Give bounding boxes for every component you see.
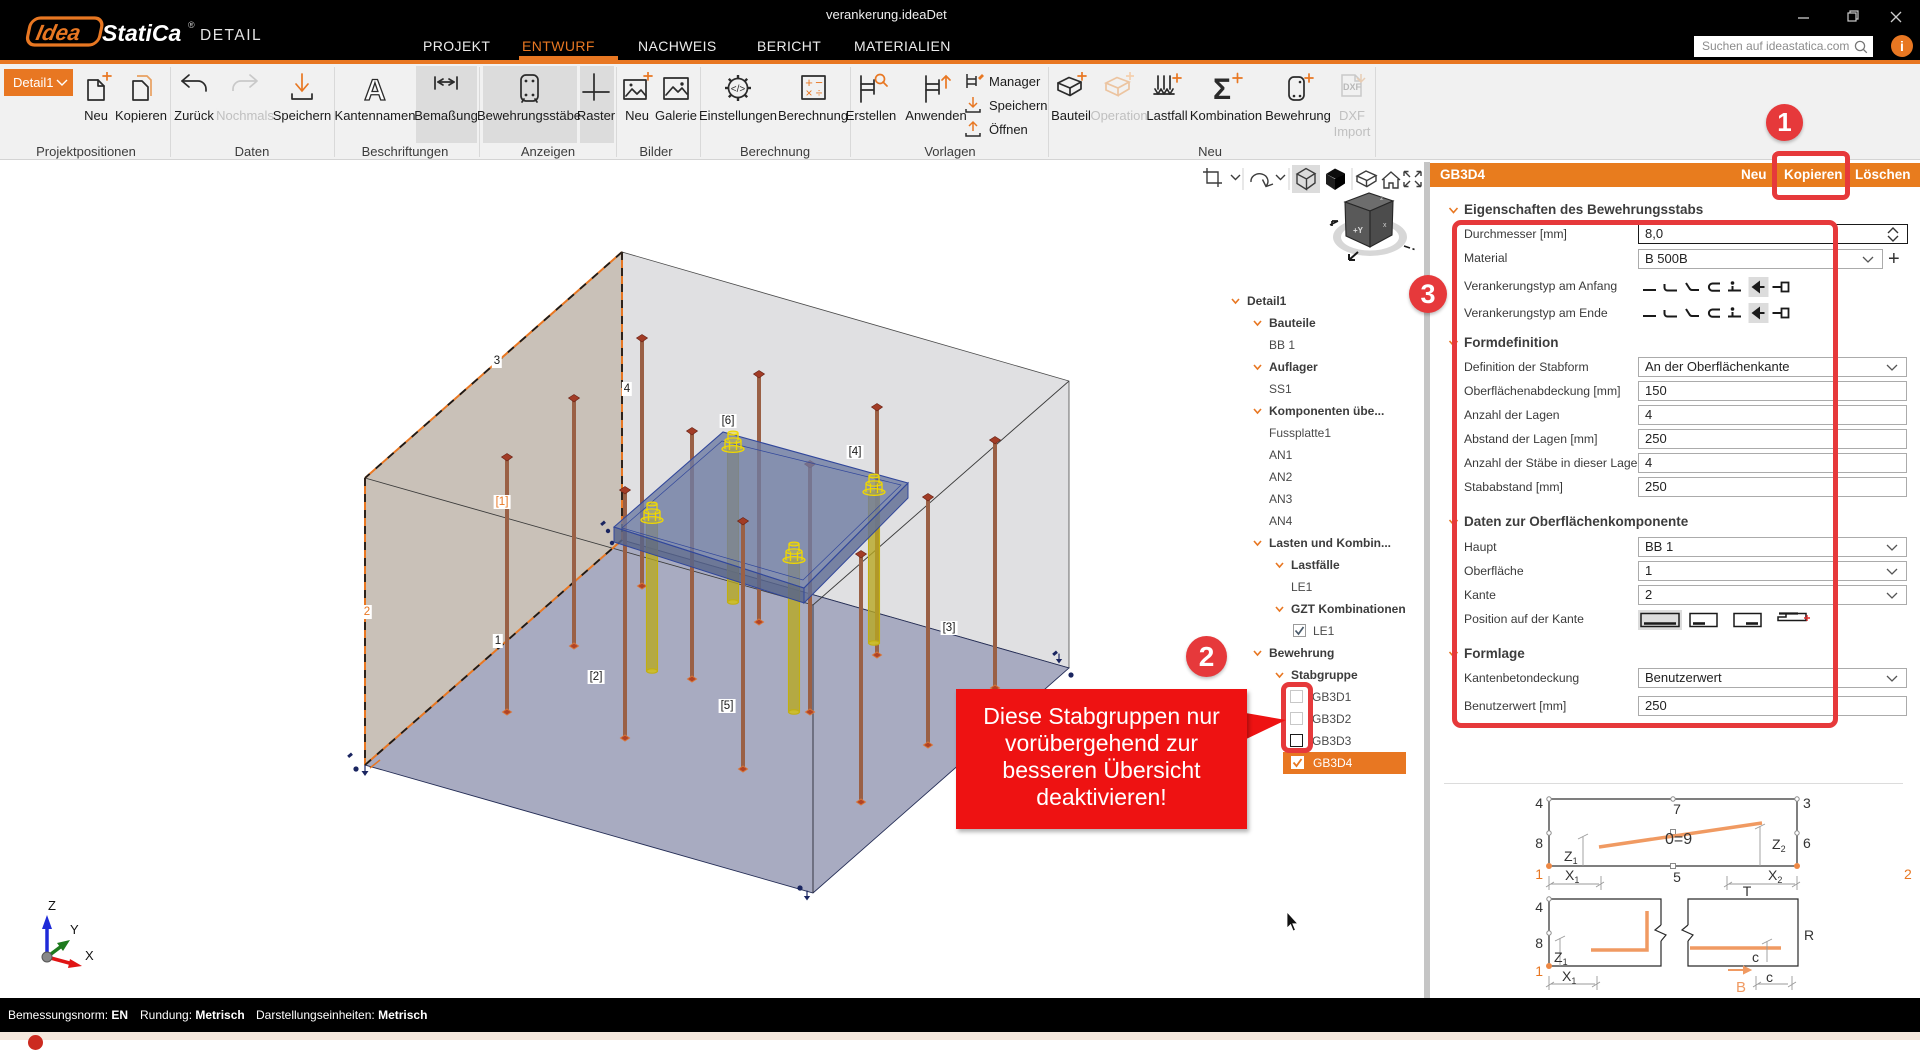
svg-text:</>: </> [731,84,746,95]
svg-text:StatiCa: StatiCa [102,20,181,46]
svg-text:A: A [364,74,386,107]
svg-text:X2: X2 [1768,867,1782,885]
svg-text:+Y: +Y [1353,226,1364,235]
svg-text:3: 3 [1803,795,1811,811]
svg-text:Y: Y [70,922,79,937]
svg-text:R: R [1804,927,1814,943]
svg-text:1: 1 [1535,866,1543,882]
svg-text:x: x [1383,222,1387,229]
svg-text:0=9: 0=9 [1665,831,1692,848]
svg-text:÷: ÷ [816,86,823,100]
svg-text:×: × [805,86,812,100]
svg-text:c: c [1752,949,1759,965]
svg-text:7: 7 [1673,801,1681,817]
svg-text:c: c [1766,969,1773,985]
svg-text:4: 4 [1535,795,1543,811]
svg-text:B: B [1736,979,1746,996]
svg-text:Σ: Σ [1213,73,1231,106]
svg-text:1: 1 [1535,963,1543,979]
svg-text:4: 4 [1535,899,1543,915]
svg-text:6: 6 [1803,835,1811,851]
svg-text:Z: Z [48,898,56,913]
svg-text:2: 2 [1904,866,1912,882]
svg-text:z: z [1380,195,1384,202]
svg-text:DXF: DXF [1343,82,1362,92]
svg-text:X: X [85,948,94,963]
svg-text:DETAIL: DETAIL [200,27,262,44]
svg-text:Z1: Z1 [1564,848,1578,866]
svg-text:Z1: Z1 [1554,949,1568,967]
svg-text:X1: X1 [1565,867,1579,885]
svg-text:5: 5 [1673,869,1681,885]
svg-text:Z2: Z2 [1772,836,1786,854]
svg-text:Idea: Idea [34,20,83,45]
svg-text:8: 8 [1535,935,1543,951]
svg-text:X1: X1 [1562,968,1576,986]
svg-text:T: T [1743,883,1752,899]
svg-text:®: ® [188,20,195,30]
svg-text:8: 8 [1535,835,1543,851]
